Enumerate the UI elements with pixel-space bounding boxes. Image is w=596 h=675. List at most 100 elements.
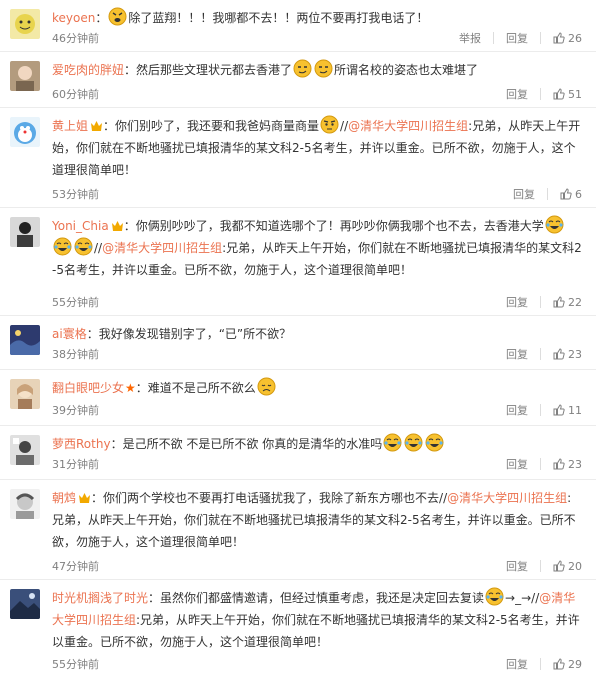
like-count: 23	[568, 457, 582, 471]
reply-button[interactable]: 回复	[494, 402, 528, 418]
comment-body: 虽然你们都盛情邀请，但经过慎重考虑，我还是决定回去复读	[160, 591, 485, 605]
like-count: 11	[568, 403, 582, 417]
reply-button[interactable]: 回复	[494, 30, 528, 46]
like-button[interactable]: 11	[541, 404, 582, 417]
vip-badge-icon	[79, 493, 91, 503]
username-link[interactable]: 爱吃肉的胖妞	[52, 63, 124, 77]
laughing-tears-emoticon-icon	[74, 237, 93, 256]
vip-badge-icon	[111, 221, 123, 231]
report-button[interactable]: 举报	[447, 30, 481, 46]
thumbs-up-icon	[553, 296, 565, 308]
username-link[interactable]: 黄上姐	[52, 119, 88, 133]
reply-button[interactable]: 回复	[494, 558, 528, 574]
avatar[interactable]	[10, 435, 40, 465]
comment-body: 所谓名校的姿态也太难堪了	[334, 63, 479, 77]
username-link[interactable]: 朝鸩	[52, 491, 76, 505]
timestamp: 47分钟前	[52, 560, 99, 573]
thumbs-up-icon	[553, 658, 565, 670]
smirk-emoticon-icon	[293, 59, 312, 78]
reply-button[interactable]: 回复	[494, 456, 528, 472]
like-button[interactable]: 23	[541, 348, 582, 361]
like-count: 6	[575, 187, 582, 201]
reply-button[interactable]: 回复	[494, 294, 528, 310]
like-button[interactable]: 22	[541, 296, 582, 309]
reply-button[interactable]: 回复	[494, 86, 528, 102]
comment-feed: keyoen： 除了蓝翔！！！我哪都不去！！两位不要再打我电话了！ 46分钟前 举…	[0, 0, 596, 675]
angry-face-emoticon-icon	[108, 7, 127, 26]
laughing-tears-emoticon-icon	[425, 433, 444, 452]
like-count: 20	[568, 559, 582, 573]
username-link[interactable]: 翻白眼吧少女	[52, 381, 124, 395]
comment-item: ai寰格：我好像发现错别字了，“已”所不欲？ 38分钟前 回复 23	[0, 316, 596, 370]
avatar[interactable]	[10, 117, 40, 147]
comment-text: Yoni_Chia ：你俩别吵吵了，我都不知道选哪个了！再吵吵你俩我哪个也不去，去…	[52, 215, 582, 281]
like-button[interactable]: 23	[541, 458, 582, 471]
avatar[interactable]	[10, 489, 40, 519]
like-button[interactable]: 51	[541, 88, 582, 101]
comment-actions: 回复 11	[494, 402, 582, 418]
like-button[interactable]: 26	[541, 32, 582, 45]
comment-body: 你们别吵了，我还要和我爸妈商量商量	[115, 119, 320, 133]
timestamp: 38分钟前	[52, 348, 99, 361]
timestamp: 53分钟前	[52, 188, 99, 201]
timestamp: 60分钟前	[52, 88, 99, 101]
reply-button[interactable]: 回复	[494, 656, 528, 672]
mention-link[interactable]: @清华大学四川招生组	[447, 491, 567, 505]
avatar[interactable]	[10, 9, 40, 39]
comment-text: 爱吃肉的胖妞：然后那些文理状元都去香港了 所谓名校的姿态也太难堪了	[52, 59, 582, 81]
like-count: 23	[568, 347, 582, 361]
comment-body: 我好像发现错别字了，“已”所不欲？	[98, 327, 292, 341]
comment-item: 翻白眼吧少女★：难道不是己所不欲么 39分钟前 回复 11	[0, 370, 596, 426]
timestamp: 55分钟前	[52, 296, 99, 309]
comment-text: 朝鸩 ：你们两个学校也不要再打电话骚扰我了，我除了新东方哪也不去//@清华大学四川…	[52, 491, 576, 549]
username-link[interactable]: 萝西Rothy	[52, 437, 111, 451]
comment-text: 翻白眼吧少女★：难道不是己所不欲么	[52, 377, 582, 399]
mention-link[interactable]: @清华大学四川招生组	[102, 241, 222, 255]
like-button[interactable]: 6	[548, 188, 582, 201]
timestamp: 39分钟前	[52, 404, 99, 417]
reply-button[interactable]: 回复	[501, 186, 535, 202]
avatar[interactable]	[10, 589, 40, 619]
username-link[interactable]: 时光机搁浅了时光	[52, 591, 148, 605]
comment-actions: 回复 51	[494, 86, 582, 102]
avatar[interactable]	[10, 217, 40, 247]
thumbs-up-icon	[553, 560, 565, 572]
comment-body: 难道不是己所不欲么	[147, 381, 256, 395]
thumbs-up-icon	[553, 458, 565, 470]
star-badge-icon: ★	[125, 381, 136, 395]
mention-link[interactable]: @清华大学四川招生组	[348, 119, 468, 133]
timestamp: 55分钟前	[52, 658, 99, 671]
comment-text: 黄上姐 ：你们别吵了，我还要和我爸妈商量商量//@清华大学四川招生组:兄弟，从昨天…	[52, 115, 582, 181]
laughing-tears-emoticon-icon	[545, 215, 564, 234]
vip-badge-icon	[91, 121, 103, 131]
comment-actions: 回复 6	[501, 186, 582, 202]
avatar[interactable]	[10, 379, 40, 409]
timestamp: 46分钟前	[52, 32, 99, 45]
disappointed-emoticon-icon	[257, 377, 276, 396]
comment-body: 你俩别吵吵了，我都不知道选哪个了！再吵吵你俩我哪个也不去，去香港大学	[135, 219, 544, 233]
laughing-tears-emoticon-icon	[404, 433, 423, 452]
avatar[interactable]	[10, 61, 40, 91]
avatar[interactable]	[10, 325, 40, 355]
laughing-tears-emoticon-icon	[485, 587, 504, 606]
like-button[interactable]: 29	[541, 658, 582, 671]
timestamp: 31分钟前	[52, 458, 99, 471]
username-link[interactable]: Yoni_Chia	[52, 219, 109, 233]
username-link[interactable]: keyoen	[52, 11, 95, 25]
smirk-emoticon-icon	[314, 59, 333, 78]
laughing-tears-emoticon-icon	[383, 433, 402, 452]
username-link[interactable]: ai寰格	[52, 327, 87, 341]
comment-text: 萝西Rothy：是己所不欲 不是已所不欲 你真的是清华的水准吗	[52, 433, 582, 455]
like-count: 51	[568, 87, 582, 101]
comment-body: 然后那些文理状元都去香港了	[136, 63, 293, 77]
comment-text: keyoen： 除了蓝翔！！！我哪都不去！！两位不要再打我电话了！	[52, 7, 582, 29]
comment-body: 你们两个学校也不要再打电话骚扰我了，我除了新东方哪也不去	[103, 491, 440, 505]
comment-item: 朝鸩 ：你们两个学校也不要再打电话骚扰我了，我除了新东方哪也不去//@清华大学四川…	[0, 480, 596, 580]
reply-button[interactable]: 回复	[494, 346, 528, 362]
comment-item: Yoni_Chia ：你俩别吵吵了，我都不知道选哪个了！再吵吵你俩我哪个也不去，去…	[0, 208, 596, 316]
thumbs-up-icon	[553, 32, 565, 44]
like-count: 22	[568, 295, 582, 309]
comment-actions: 回复 29	[494, 656, 582, 672]
like-button[interactable]: 20	[541, 560, 582, 573]
comment-text: 时光机搁浅了时光：虽然你们都盛情邀请，但经过慎重考虑，我还是决定回去复读 →_→/…	[52, 587, 582, 653]
